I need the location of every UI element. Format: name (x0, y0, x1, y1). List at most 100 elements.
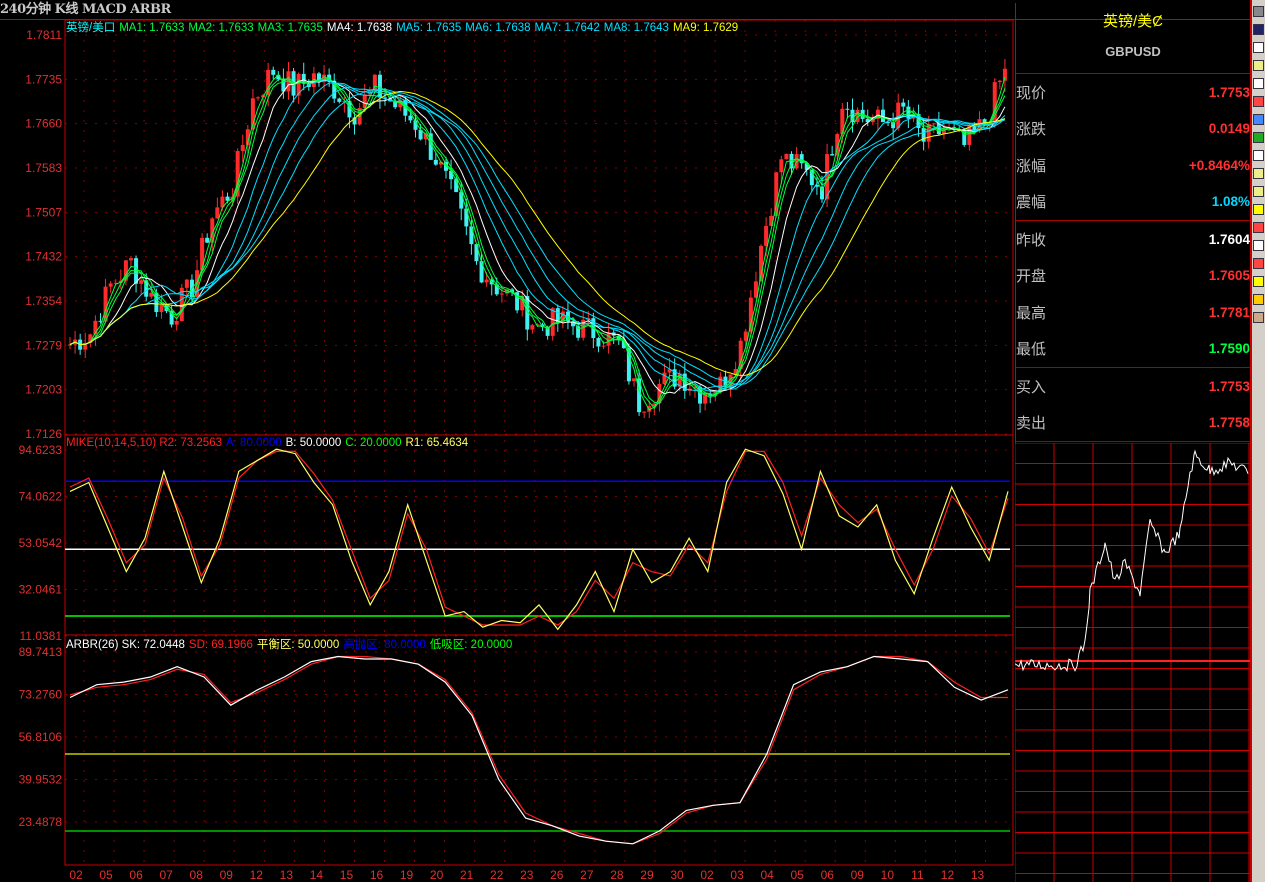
quote-value: 1.08% (1211, 194, 1250, 210)
quote-row: 最低 1.7590 (1016, 331, 1250, 368)
quote-label: 卖出 (1016, 415, 1047, 433)
ma-line-8 (69, 88, 1006, 385)
x-tick-label: 28 (610, 868, 624, 882)
right-toolbar (1250, 0, 1265, 882)
candle-up (215, 207, 220, 219)
candle-down (433, 159, 438, 165)
x-tick-label: 05 (99, 868, 113, 882)
series-R2 (69, 450, 1009, 626)
legend-item: ARBR(26) SK: 72.0448 (66, 639, 185, 651)
candle-up (484, 279, 489, 283)
x-tick-label: 10 (881, 868, 895, 882)
intraday-mini-chart[interactable] (1015, 443, 1250, 882)
legend-item: MA8: 1.7643 (603, 22, 669, 34)
toolbar-tool-icon[interactable] (1253, 114, 1264, 125)
x-tick-label: 15 (340, 868, 354, 882)
toolbar-tool-icon[interactable] (1253, 258, 1264, 269)
x-tick-label: 14 (310, 868, 324, 882)
y-tick-label: 11.0381 (20, 629, 63, 643)
candle-down (464, 208, 469, 227)
toolbar-tool-icon[interactable] (1253, 294, 1264, 305)
ma-line-9 (69, 90, 1006, 376)
x-tick-label: 13 (280, 868, 294, 882)
toolbar-tool-icon[interactable] (1253, 24, 1264, 35)
candle-up (931, 123, 936, 125)
toolbar-tool-icon[interactable] (1253, 6, 1264, 17)
toolbar-tool-icon[interactable] (1253, 168, 1264, 179)
legend-item: C: 20.0000 (345, 437, 402, 449)
candle-down (479, 261, 484, 283)
toolbar-tool-icon[interactable] (1253, 240, 1264, 251)
y-tick-label: 1.7354 (25, 294, 62, 308)
quote-label: 买入 (1016, 378, 1047, 396)
ma-line-5 (69, 79, 1006, 392)
toolbar-tool-icon[interactable] (1253, 132, 1264, 143)
candle-up (784, 153, 789, 160)
y-tick-label: 53.0542 (19, 536, 63, 550)
toolbar-tool-icon[interactable] (1253, 222, 1264, 233)
y-tick-label: 23.4878 (19, 815, 63, 829)
x-tick-label: 07 (159, 868, 173, 882)
quote-value: +0.8464% (1188, 157, 1250, 173)
candle-up (184, 279, 189, 288)
quote-row: 涨幅 +0.8464% (1016, 147, 1250, 184)
legend-item: 高抛区: 80.0000 (343, 639, 426, 651)
x-tick-label: 12 (941, 868, 955, 882)
y-tick-label: 1.7279 (25, 338, 62, 352)
quote-value: 1.7604 (1208, 231, 1250, 247)
x-tick-label: 09 (220, 868, 234, 882)
toolbar-tool-icon[interactable] (1253, 312, 1264, 323)
instrument-code: GBPUSD (1105, 44, 1161, 59)
y-tick-label: 1.7507 (25, 205, 62, 219)
quote-label: 开盘 (1016, 268, 1047, 286)
toolbar-tool-icon[interactable] (1253, 60, 1264, 71)
candle-down (271, 69, 276, 75)
y-tick-label: 1.7735 (25, 72, 62, 86)
toolbar-tool-icon[interactable] (1253, 78, 1264, 89)
ma-line-4 (69, 79, 1006, 395)
legend-item: MA5: 1.7635 (396, 22, 462, 34)
y-tick-label: 1.7811 (26, 28, 62, 42)
x-tick-label: 03 (730, 868, 744, 882)
toolbar-tool-icon[interactable] (1253, 204, 1264, 215)
candle-up (174, 320, 179, 325)
quote-section-bidask: 买入 1.7753 卖出 1.7758 (1016, 367, 1250, 442)
candle-down (449, 170, 454, 180)
x-tick-label: 19 (400, 868, 414, 882)
legend-item: MA9: 1.7629 (672, 22, 739, 34)
quote-row: 买入 1.7753 (1016, 368, 1250, 405)
legend-item: MA4: 1.7638 (326, 22, 393, 34)
x-tick-label: 20 (430, 868, 444, 882)
candle-up (606, 332, 611, 346)
x-tick-label: 02 (700, 868, 714, 882)
candle-down (474, 244, 479, 262)
quote-value: 1.7758 (1208, 415, 1250, 431)
toolbar-tool-icon[interactable] (1253, 276, 1264, 287)
quote-value: 1.7781 (1208, 304, 1250, 320)
y-tick-label: 1.7660 (25, 117, 62, 131)
toolbar-tool-icon[interactable] (1253, 186, 1264, 197)
toolbar-tool-icon[interactable] (1253, 42, 1264, 53)
x-tick-label: 11 (911, 868, 924, 882)
x-tick-label: 22 (490, 868, 504, 882)
x-tick-label: 09 (851, 868, 865, 882)
quote-row: 涨跌 0.0149 (1016, 111, 1250, 148)
x-tick-label: 21 (460, 868, 474, 882)
quote-row: 震幅 1.08% (1016, 184, 1250, 221)
candle-up (108, 283, 113, 287)
toolbar-tool-icon[interactable] (1253, 150, 1264, 161)
quote-value: 1.7605 (1208, 268, 1250, 284)
candle-up (550, 308, 555, 336)
toolbar-tool-icon[interactable] (1253, 96, 1264, 107)
quote-value: 1.7753 (1208, 378, 1250, 394)
quote-label: 昨收 (1016, 231, 1047, 249)
quote-label: 现价 (1016, 84, 1047, 102)
series-SK (69, 655, 1009, 845)
quote-value: 1.7590 (1208, 341, 1250, 357)
legend-item: 平衡区: 50.0000 (256, 639, 340, 651)
x-tick-label: 29 (640, 868, 654, 882)
candle-up (840, 108, 845, 135)
mike-legend: MIKE(10,14,5,10) R2: 73.2563 A: 80.0000 B:… (66, 436, 472, 450)
legend-item: B: 50.0000 (285, 437, 342, 449)
quote-label: 最高 (1016, 304, 1047, 322)
